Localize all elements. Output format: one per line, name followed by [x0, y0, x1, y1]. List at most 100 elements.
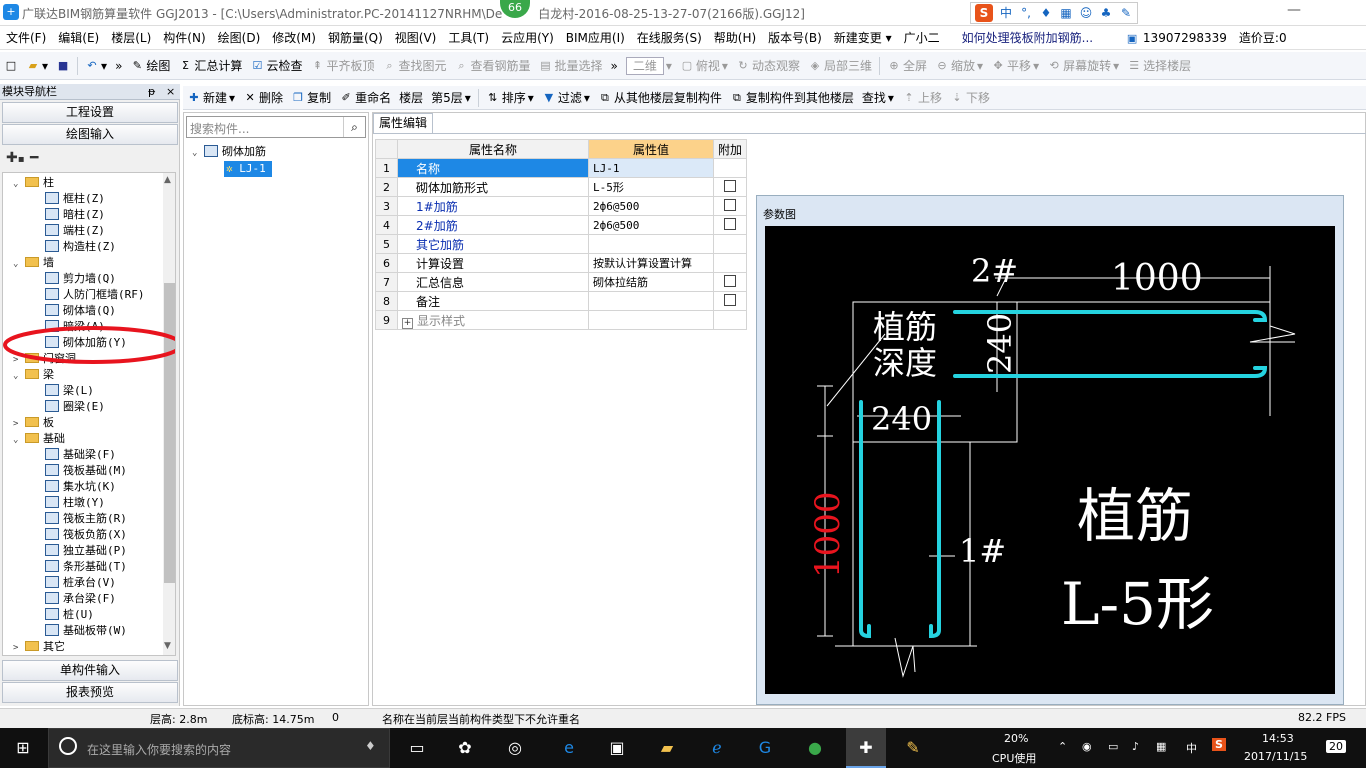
windows-start-icon[interactable]: ⊞	[10, 735, 36, 761]
tree-item[interactable]: 剪力墙(Q)	[45, 271, 116, 287]
expand-icon[interactable]: >	[13, 640, 25, 655]
menu-item-10[interactable]: BIM应用(I)	[560, 26, 631, 50]
ime-punct[interactable]: °,	[1019, 6, 1033, 20]
active-app-icon[interactable]: ✚	[846, 728, 886, 768]
tree-item[interactable]: 柱墩(Y)	[45, 495, 105, 511]
tree-folder[interactable]: ⌄ 柱	[13, 175, 54, 191]
tree-item[interactable]: 端柱(Z)	[45, 223, 105, 239]
extra-checkbox[interactable]	[724, 198, 736, 211]
menu-item-5[interactable]: 修改(M)	[266, 26, 322, 50]
scroll-up-icon[interactable]: ▲	[164, 175, 171, 185]
tree-item[interactable]: 圈梁(E)	[45, 399, 105, 415]
expand-plus-icon[interactable]: +	[402, 317, 413, 329]
phone-account[interactable]: ▣ 13907298339	[1119, 26, 1233, 50]
notification-count[interactable]: 20	[1326, 740, 1346, 753]
drawing-input-button[interactable]: 绘图输入	[2, 124, 178, 145]
tray-app-icon[interactable]: ◉	[1082, 740, 1092, 753]
edge-icon[interactable]: e	[556, 735, 582, 761]
tree-folder[interactable]: > 其它	[13, 639, 65, 655]
swirl-app-icon[interactable]: ◎	[502, 735, 528, 761]
green-app-icon[interactable]: ●	[802, 735, 828, 761]
cloud-check-button[interactable]: ☑ 云检查	[246, 55, 306, 77]
copy-from-floor-button[interactable]: ⧉ 从其他楼层复制构件	[594, 87, 726, 109]
component-group[interactable]: ⌄ 砌体加筋	[192, 144, 266, 160]
tree-item[interactable]: 基础板带(W)	[45, 623, 127, 639]
tree-item[interactable]: 人防门框墙(RF)	[45, 287, 145, 303]
tree-item[interactable]: 桩承台(V)	[45, 575, 116, 591]
tree-item[interactable]: 梁(L)	[45, 383, 94, 399]
extra-checkbox[interactable]	[724, 274, 736, 287]
expand-icon[interactable]: ⌄	[13, 176, 25, 192]
task-view-icon[interactable]: ▭	[404, 735, 430, 761]
ime-toolbar[interactable]: S 中 °, ♦ ▦ ☺ ♣ ✎	[970, 2, 1138, 24]
property-value[interactable]: 砌体拉结筋	[588, 272, 714, 292]
property-value[interactable]: 2ф6@500	[588, 215, 714, 235]
mic-icon[interactable]: ♦	[365, 739, 376, 753]
menu-item-14[interactable]: 新建变更 ▾	[828, 26, 898, 50]
menu-item-15[interactable]: 广小二	[898, 26, 946, 50]
find-element-button[interactable]: ⌕ 查找图元	[378, 55, 450, 77]
view-rebar-button[interactable]: ⌕ 查看钢筋量	[450, 55, 534, 77]
tree-item[interactable]: 筏板负筋(X)	[45, 527, 127, 543]
property-row[interactable]: 7 汇总信息 砌体拉结筋	[375, 272, 748, 292]
top-view-button[interactable]: ▢ 俯视 ▾	[676, 55, 732, 77]
keyboard-tray-icon[interactable]: ▦	[1156, 740, 1166, 753]
shirt-icon[interactable]: ♣	[1099, 6, 1113, 20]
tree-folder[interactable]: ⌄ 基础	[13, 431, 65, 447]
tree-folder[interactable]: > 板	[13, 415, 54, 431]
expand-all-icon[interactable]: ✚▪	[6, 150, 25, 166]
tree-folder[interactable]: >自定义	[13, 655, 76, 656]
tree-folder[interactable]: ⌄ 梁	[13, 367, 54, 383]
tree-item[interactable]: 独立基础(P)	[45, 543, 127, 559]
menu-item-13[interactable]: 版本号(B)	[762, 26, 828, 50]
property-row[interactable]: 3 1#加筋 2ф6@500	[375, 196, 748, 216]
extra-checkbox[interactable]	[724, 293, 736, 306]
microphone-icon[interactable]: ♦	[1039, 6, 1053, 20]
property-value[interactable]	[588, 310, 714, 330]
overflow-button-2[interactable]: »	[607, 55, 622, 77]
extra-checkbox[interactable]	[724, 217, 736, 230]
keyboard-icon[interactable]: ▦	[1059, 6, 1073, 20]
taskbar-search[interactable]: 在这里输入你要搜索的内容 ♦	[48, 728, 390, 768]
draw-button[interactable]: ✎ 绘图	[126, 55, 174, 77]
menu-item-4[interactable]: 绘图(D)	[212, 26, 267, 50]
copy-button[interactable]: ❐ 复制	[287, 87, 335, 109]
undo-button[interactable]: ↶ ▾	[81, 55, 111, 77]
overflow-button[interactable]: »	[111, 55, 126, 77]
expand-icon[interactable]: ⌄	[13, 256, 25, 272]
zoom-button[interactable]: ⊖ 缩放 ▾	[931, 55, 987, 77]
new-component-button[interactable]: ✚ 新建 ▾	[183, 87, 239, 109]
ime-lang[interactable]: 中	[999, 6, 1013, 20]
property-row[interactable]: 6 计算设置 按默认计算设置计算	[375, 253, 748, 273]
clock-time[interactable]: 14:53	[1262, 732, 1294, 745]
collapse-icon[interactable]: ⌄	[192, 145, 204, 161]
property-value[interactable]: 2ф6@500	[588, 196, 714, 216]
component-search[interactable]: 搜索构件... ⌕	[186, 116, 366, 138]
tree-item[interactable]: 筏板基础(M)	[45, 463, 127, 479]
sum-button[interactable]: Σ 汇总计算	[174, 55, 246, 77]
menu-item-12[interactable]: 帮助(H)	[708, 26, 762, 50]
glodon-icon[interactable]: G	[752, 735, 778, 761]
tree-item[interactable]: 暗柱(Z)	[45, 207, 105, 223]
fullscreen-button[interactable]: ⊕ 全屏	[883, 55, 931, 77]
tree-item[interactable]: 基础梁(F)	[45, 447, 116, 463]
delete-button[interactable]: ✕ 删除	[239, 87, 287, 109]
local-3d-button[interactable]: ◈ 局部三维	[804, 55, 876, 77]
fan-app-icon[interactable]: ✿	[452, 735, 478, 761]
move-down-button[interactable]: ⇣ 下移	[946, 87, 994, 109]
floor-selector[interactable]: 楼层 第5层 ▾	[395, 87, 475, 109]
expand-icon[interactable]: >	[13, 416, 25, 432]
save-button[interactable]: ■	[52, 55, 74, 77]
single-input-button[interactable]: 单构件输入	[2, 660, 178, 681]
search-icon[interactable]: ⌕	[343, 117, 365, 137]
ie-icon[interactable]: ℯ	[704, 735, 730, 761]
property-value[interactable]: LJ-1	[588, 158, 714, 178]
network-icon[interactable]: ▭	[1108, 740, 1118, 753]
clock-date[interactable]: 2017/11/15	[1244, 750, 1307, 763]
tree-item[interactable]: 筏板主筋(R)	[45, 511, 127, 527]
price-balance[interactable]: 造价豆:0	[1233, 26, 1293, 50]
component-item-selected[interactable]: ✲ LJ-1	[224, 161, 272, 177]
filter-button[interactable]: ▼ 过滤 ▾	[538, 87, 594, 109]
view-mode-select[interactable]: 二维 ▾	[622, 55, 676, 77]
tree-item[interactable]: 集水坑(K)	[45, 479, 116, 495]
